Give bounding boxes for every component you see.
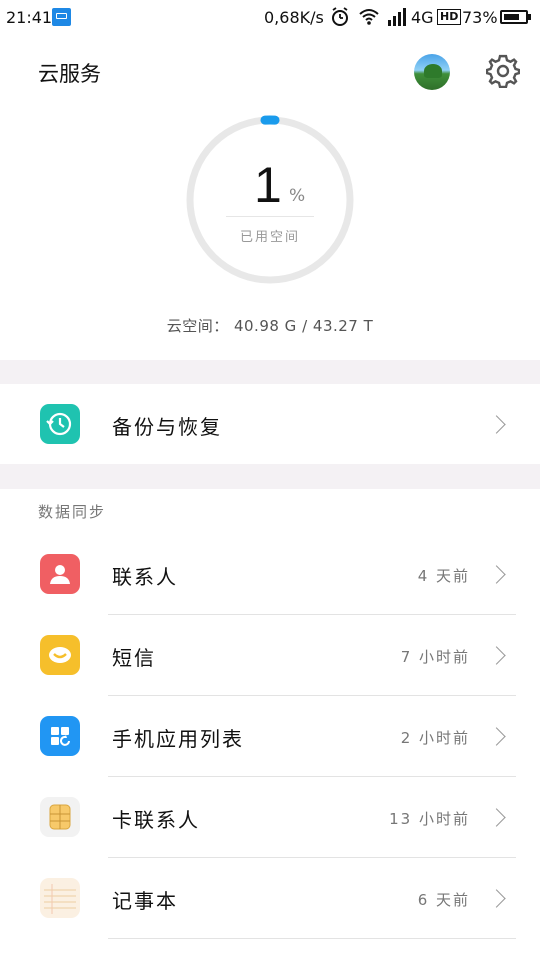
wifi-icon <box>359 9 379 25</box>
sync-item-time: 4 天前 <box>417 567 470 585</box>
chevron-right-icon <box>487 808 506 827</box>
battery-tip <box>528 14 531 20</box>
sync-item-time: 2 小时前 <box>400 729 470 747</box>
sync-item-label: 卡联系人 <box>112 808 200 832</box>
message-icon <box>40 635 80 675</box>
battery-percent: 73% <box>462 8 498 27</box>
sync-item-time: 6 天前 <box>417 891 470 909</box>
used-space-label: 已用空间 <box>240 230 301 245</box>
sync-item-label: 手机应用列表 <box>112 727 244 751</box>
sync-row-sim-contacts[interactable]: 卡联系人 13 小时前 <box>0 777 540 857</box>
contact-icon <box>40 554 80 594</box>
sync-row-contacts[interactable]: 联系人 4 天前 <box>0 534 540 614</box>
cloud-space-info: 云空间： 40.98 G / 43.27 T <box>166 317 374 335</box>
signal-icon <box>388 8 406 26</box>
chevron-right-icon <box>487 727 506 746</box>
notepad-icon <box>40 878 80 918</box>
avatar-image <box>424 64 442 78</box>
network-speed: 0,68K/s <box>264 8 324 27</box>
hd-icon: HD <box>437 9 462 25</box>
alarm-icon <box>332 7 348 26</box>
chevron-right-icon <box>487 415 506 434</box>
backup-restore-icon <box>40 404 80 444</box>
section-gap <box>0 360 540 384</box>
percent-sign: % <box>289 186 306 206</box>
sim-card-icon <box>40 797 80 837</box>
sync-item-time: 7 小时前 <box>400 648 470 666</box>
sync-row-messages[interactable]: 短信 7 小时前 <box>0 615 540 695</box>
section-title-data-sync: 数据同步 <box>38 503 107 521</box>
sync-item-label: 短信 <box>112 646 156 670</box>
sync-item-time: 13 小时前 <box>389 810 470 828</box>
page-title: 云服务 <box>38 62 101 86</box>
chevron-right-icon <box>487 565 506 584</box>
sync-row-app-list[interactable]: 手机应用列表 2 小时前 <box>0 696 540 776</box>
app-list-icon <box>40 716 80 756</box>
backup-restore-label: 备份与恢复 <box>112 415 222 439</box>
chevron-right-icon <box>487 889 506 908</box>
sync-item-label: 记事本 <box>112 889 178 913</box>
ring-divider <box>226 216 314 217</box>
used-percent: 1 <box>254 157 282 213</box>
status-bar: 21:41 0,68K/s 4G HD 73% <box>0 0 540 36</box>
status-icons <box>332 7 406 26</box>
chevron-right-icon <box>487 646 506 665</box>
status-time: 21:41 <box>6 8 53 27</box>
backup-restore-row[interactable]: 备份与恢复 <box>0 384 540 464</box>
avatar[interactable] <box>414 54 450 90</box>
sync-row-notepad[interactable]: 记事本 6 天前 <box>0 858 540 938</box>
sync-item-label: 联系人 <box>112 565 178 589</box>
gear-icon[interactable] <box>486 54 520 88</box>
notification-icon <box>52 8 71 26</box>
section-gap <box>0 464 540 489</box>
battery-icon <box>500 10 528 24</box>
row-divider <box>108 938 516 939</box>
network-type: 4G <box>411 8 434 27</box>
